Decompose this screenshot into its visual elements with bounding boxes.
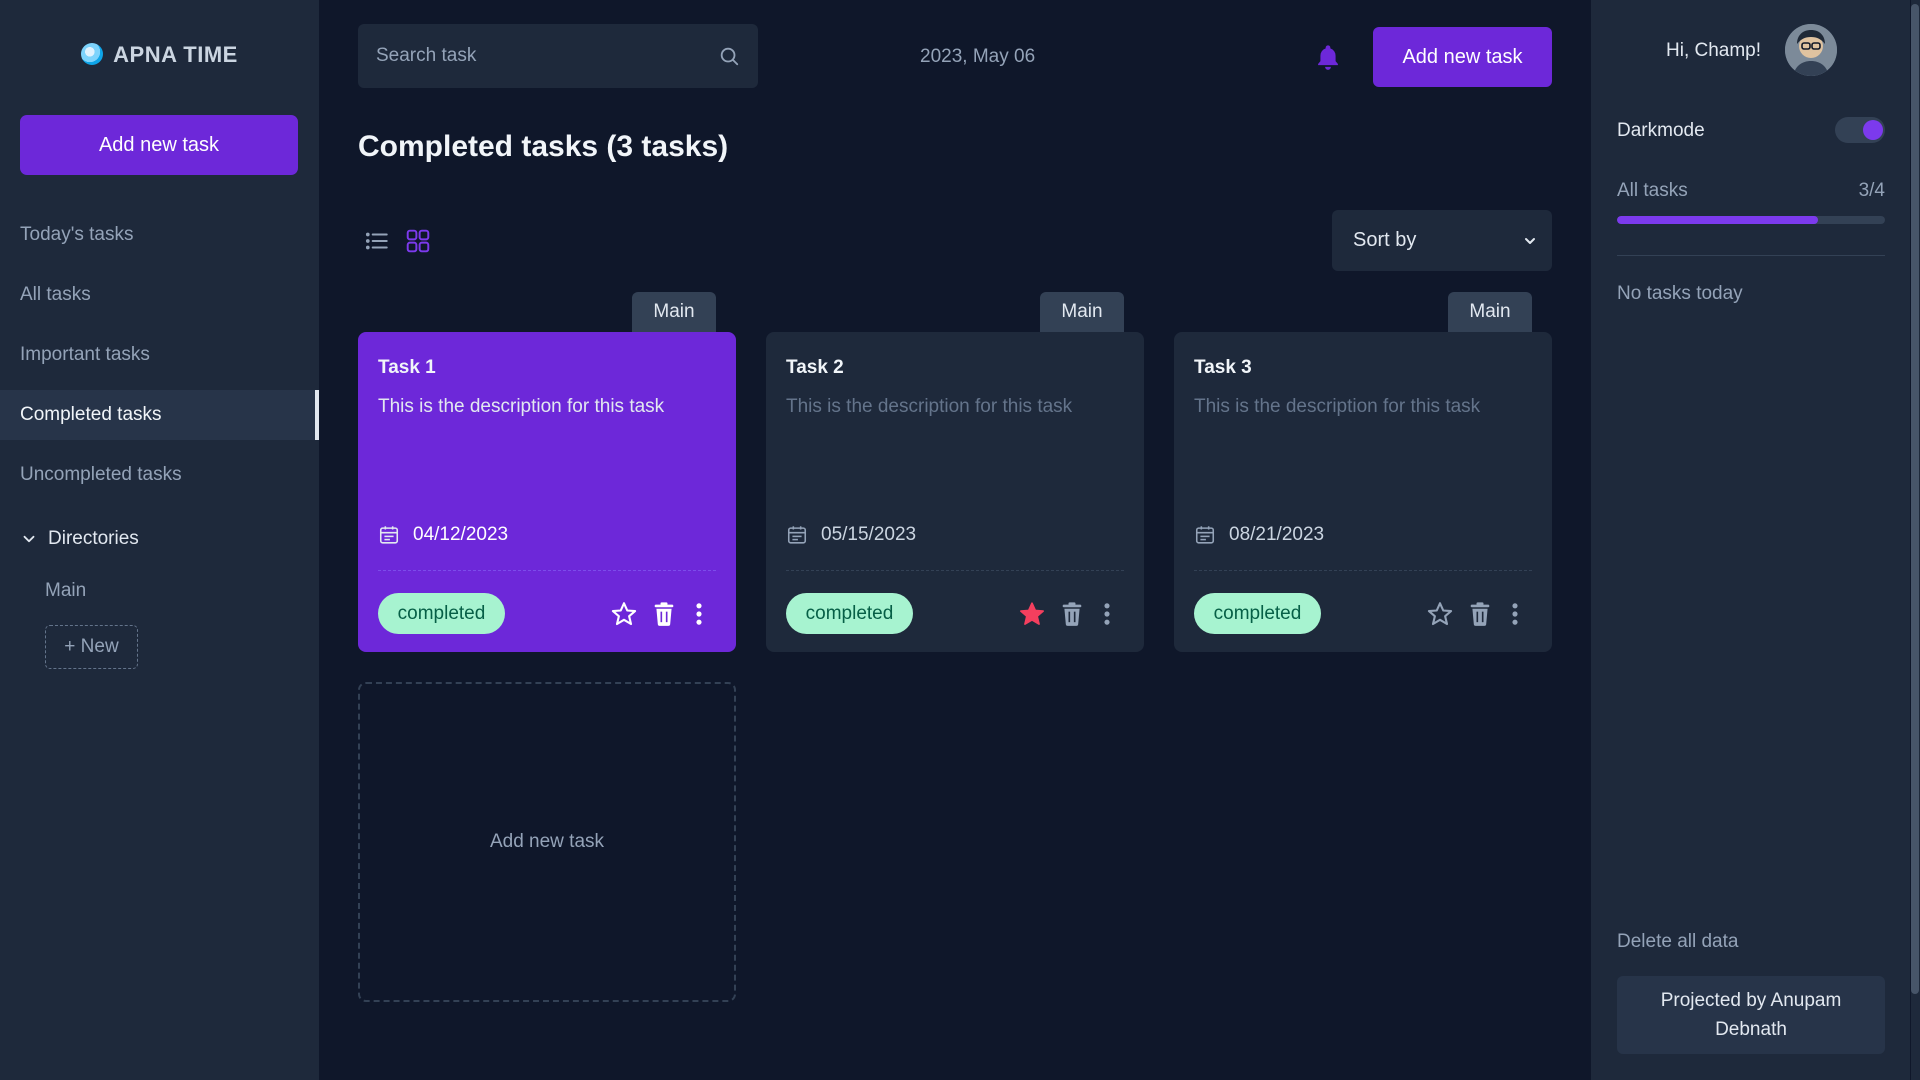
task-description: This is the description for this task (1194, 396, 1481, 417)
scrollbar-thumb[interactable] (1911, 4, 1919, 994)
trash-icon[interactable] (650, 600, 678, 628)
task-date-text: 04/12/2023 (413, 524, 509, 545)
credit-box[interactable]: Projected by Anupam Debnath (1617, 976, 1885, 1054)
sidebar-nav: Today's tasks All tasks Important tasks … (0, 210, 319, 510)
logo-icon (81, 43, 104, 65)
task-card[interactable]: Main Task 3 This is the description for … (1174, 292, 1552, 652)
calendar-icon (787, 526, 807, 544)
sidebar-item-label: Important tasks (20, 344, 150, 365)
task-directory-tag[interactable]: Main (1448, 292, 1532, 332)
calendar-icon (379, 526, 399, 544)
list-view-icon[interactable] (364, 228, 390, 254)
task-date-text: 08/21/2023 (1229, 524, 1325, 545)
task-directory-tag[interactable]: Main (1040, 292, 1124, 332)
no-tasks-message: No tasks today (1617, 283, 1743, 304)
directory-item-main[interactable]: Main (45, 580, 86, 602)
sidebar-item-label: All tasks (20, 284, 91, 305)
task-title: Task 3 (1194, 357, 1252, 378)
card-divider (378, 570, 716, 571)
task-card[interactable]: Main Task 1 This is the description for … (358, 292, 736, 652)
new-directory-button[interactable]: + New (45, 625, 138, 669)
progress-fill (1617, 216, 1818, 224)
directories-toggle[interactable]: Directories (20, 528, 139, 550)
avatar[interactable] (1785, 24, 1837, 76)
left-sidebar: APNA TIME Add new task Today's tasks All… (0, 0, 319, 1080)
sidebar-item-label: Completed tasks (20, 404, 162, 425)
sidebar-item-all[interactable]: All tasks (0, 270, 319, 320)
task-card[interactable]: Main Task 2 This is the description for … (766, 292, 1144, 652)
scrollbar[interactable] (1911, 0, 1920, 1080)
trash-icon[interactable] (1466, 600, 1494, 628)
app-logo[interactable]: APNA TIME (0, 42, 319, 68)
darkmode-label: Darkmode (1617, 120, 1705, 141)
panel-divider (1617, 255, 1885, 256)
task-date-text: 05/15/2023 (821, 524, 917, 545)
task-actions (610, 600, 708, 628)
more-vertical-icon[interactable] (1098, 600, 1116, 628)
trash-icon[interactable] (1058, 600, 1086, 628)
add-task-card[interactable]: Add new task (358, 682, 736, 1002)
task-actions (1426, 600, 1524, 628)
current-date: 2023, May 06 (920, 46, 1036, 67)
sidebar-item-completed[interactable]: Completed tasks (0, 390, 319, 440)
sidebar-add-task-button[interactable]: Add new task (20, 115, 298, 175)
task-date: 08/21/2023 (1194, 524, 1324, 546)
card-divider (1194, 570, 1532, 571)
status-badge[interactable]: completed (1194, 593, 1321, 634)
sidebar-item-today[interactable]: Today's tasks (0, 210, 319, 260)
darkmode-toggle[interactable] (1835, 117, 1885, 143)
sidebar-item-label: Today's tasks (20, 224, 134, 245)
chevron-down-icon (23, 535, 35, 543)
search-icon[interactable] (718, 45, 740, 67)
sidebar-item-uncompleted[interactable]: Uncompleted tasks (0, 450, 319, 500)
calendar-icon (1195, 526, 1215, 544)
card-divider (786, 570, 1124, 571)
tasks-progress-bar (1617, 216, 1885, 224)
more-vertical-icon[interactable] (1506, 600, 1524, 628)
task-title: Task 2 (786, 357, 844, 378)
star-icon[interactable] (1426, 600, 1454, 628)
sidebar-item-important[interactable]: Important tasks (0, 330, 319, 380)
star-icon[interactable] (610, 600, 638, 628)
task-actions (1018, 600, 1116, 628)
delete-all-data-button[interactable]: Delete all data (1617, 931, 1738, 953)
page-title: Completed tasks (3 tasks) (358, 130, 729, 163)
app-title: APNA TIME (113, 42, 238, 67)
status-badge[interactable]: completed (378, 593, 505, 634)
task-description: This is the description for this task (378, 396, 665, 417)
all-tasks-count: 3/4 (1858, 180, 1885, 201)
bell-icon[interactable] (1314, 42, 1342, 72)
toggle-knob (1863, 120, 1883, 140)
header-add-task-button[interactable]: Add new task (1373, 27, 1552, 87)
sort-select[interactable]: Sort by (1332, 210, 1552, 271)
sort-label: Sort by (1353, 229, 1417, 251)
task-date: 05/15/2023 (786, 524, 916, 546)
all-tasks-label: All tasks (1617, 180, 1688, 201)
more-vertical-icon[interactable] (690, 600, 708, 628)
greeting: Hi, Champ! (1666, 40, 1762, 61)
task-description: This is the description for this task (786, 396, 1073, 417)
grid-view-icon[interactable] (405, 228, 431, 254)
task-directory-tag[interactable]: Main (632, 292, 716, 332)
sidebar-item-label: Uncompleted tasks (20, 464, 182, 485)
right-panel: Hi, Champ! Darkmode All tasks 3/4 No tas… (1591, 0, 1910, 1080)
search-box[interactable]: Search task (358, 24, 758, 88)
status-badge[interactable]: completed (786, 593, 913, 634)
directories-label: Directories (48, 528, 139, 549)
task-date: 04/12/2023 (378, 524, 508, 546)
search-input[interactable]: Search task (376, 45, 476, 67)
avatar-image (1785, 24, 1837, 76)
task-title: Task 1 (378, 357, 436, 378)
star-filled-icon[interactable] (1018, 600, 1046, 628)
chevron-down-icon (1525, 237, 1535, 244)
